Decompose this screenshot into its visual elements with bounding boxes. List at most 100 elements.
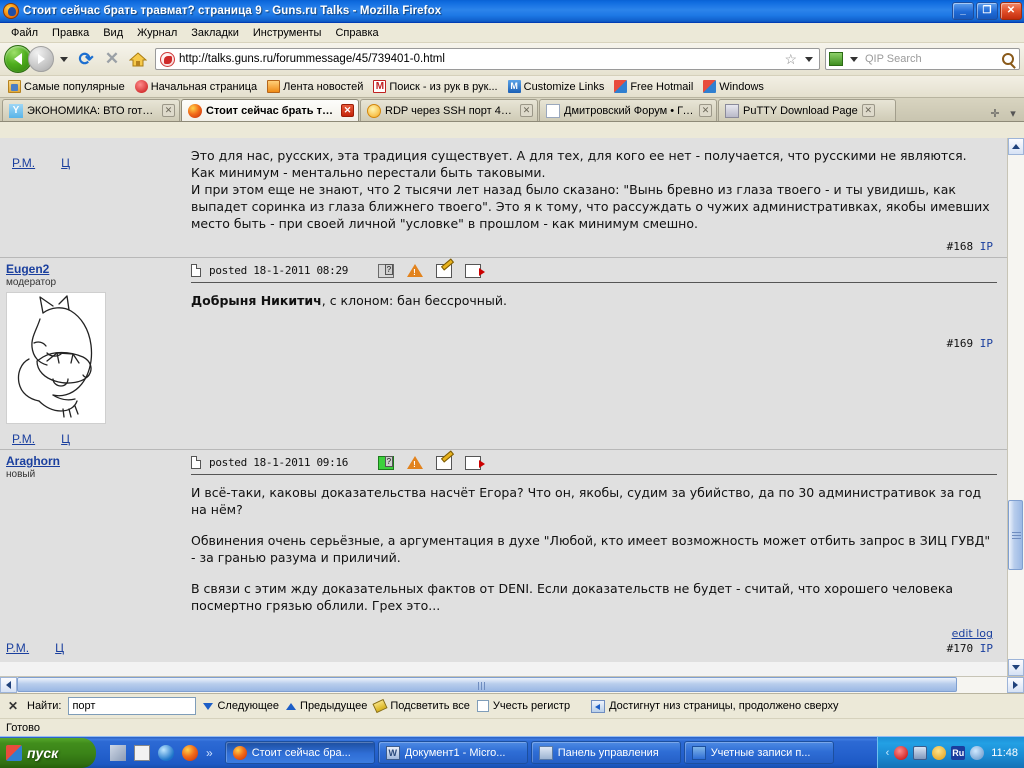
ip-link[interactable]: IP xyxy=(980,337,993,350)
match-case-checkbox[interactable]: Учесть регистр xyxy=(476,700,570,712)
edit-icon[interactable] xyxy=(436,263,453,278)
maximize-button[interactable]: ❐ xyxy=(976,2,998,20)
menu-view[interactable]: Вид xyxy=(96,25,130,41)
bookmark-free-hotmail[interactable]: Free Hotmail xyxy=(610,79,697,94)
search-bar[interactable]: QIP Search xyxy=(825,48,1020,70)
menu-help[interactable]: Справка xyxy=(328,25,385,41)
tab-close-icon[interactable]: ✕ xyxy=(861,104,875,117)
find-previous-button[interactable]: Предыдущее xyxy=(286,700,367,712)
forward-button[interactable] xyxy=(28,46,54,72)
calculator-icon[interactable] xyxy=(134,744,150,761)
url-bar[interactable]: http://talks.guns.ru/forummessage/45/739… xyxy=(155,48,820,70)
menu-bookmarks[interactable]: Закладки xyxy=(184,25,246,41)
network-icon[interactable] xyxy=(913,745,928,760)
menu-file[interactable]: Файл xyxy=(4,25,45,41)
ip-link[interactable]: IP xyxy=(980,240,993,253)
tab-close-icon[interactable]: ✕ xyxy=(162,104,175,117)
quote-link[interactable]: Ц xyxy=(61,432,70,446)
find-input[interactable]: порт xyxy=(68,697,197,715)
menu-edit[interactable]: Правка xyxy=(45,25,96,41)
minimize-button[interactable]: _ xyxy=(952,2,974,20)
shield-icon[interactable] xyxy=(932,745,947,760)
tab-close-icon[interactable]: ✕ xyxy=(520,104,533,117)
quote-icon[interactable] xyxy=(465,263,486,278)
qip-engine-icon[interactable] xyxy=(829,52,843,66)
menu-tools[interactable]: Инструменты xyxy=(246,25,329,41)
url-dropdown-icon[interactable] xyxy=(805,56,813,62)
search-icon[interactable] xyxy=(1002,53,1014,65)
tab-stoit-seychas[interactable]: Стоит сейчас брать тр... ✕ xyxy=(181,99,359,121)
history-dropdown-icon[interactable] xyxy=(60,56,68,62)
menu-history[interactable]: Журнал xyxy=(130,25,184,41)
edit-icon[interactable] xyxy=(436,455,453,470)
firefox-icon xyxy=(3,3,19,19)
highlight-all-button[interactable]: Подсветить все xyxy=(372,698,470,714)
bookmark-star-icon[interactable]: ☆ xyxy=(784,51,797,68)
horizontal-scrollbar[interactable] xyxy=(0,676,1024,693)
taskbar-item-firefox[interactable]: Стоит сейчас бра... xyxy=(224,741,375,764)
quote-link[interactable]: Ц xyxy=(55,641,64,655)
search-input[interactable]: QIP Search xyxy=(865,53,999,65)
tab-list-button[interactable]: ▾ xyxy=(1005,105,1021,121)
taskbar-item-control-panel[interactable]: Панель управления xyxy=(530,741,681,764)
vertical-scroll-track[interactable] xyxy=(1008,155,1024,659)
report-icon[interactable] xyxy=(407,456,424,469)
quote-link[interactable]: Ц xyxy=(61,156,70,170)
bookmark-search-izruk[interactable]: M Поиск - из рук в рук... xyxy=(369,79,501,94)
tray-expand-button[interactable]: ‹ xyxy=(886,747,890,759)
clock[interactable]: 11:48 xyxy=(991,747,1018,759)
profile-card-icon[interactable] xyxy=(378,455,395,470)
ip-link[interactable]: IP xyxy=(980,642,993,655)
scroll-down-button[interactable] xyxy=(1008,659,1024,676)
report-icon[interactable] xyxy=(407,264,424,277)
firefox-icon[interactable] xyxy=(182,744,198,761)
tab-close-icon[interactable]: ✕ xyxy=(699,104,712,117)
home-button[interactable] xyxy=(126,47,150,71)
find-next-button[interactable]: Следующее xyxy=(203,700,279,712)
checkbox-icon[interactable] xyxy=(476,700,489,712)
misc-icon[interactable] xyxy=(970,745,985,760)
vertical-scrollbar[interactable] xyxy=(1007,138,1024,676)
taskbar-item-word[interactable]: W Документ1 - Micro... xyxy=(377,741,528,764)
close-button[interactable]: ✕ xyxy=(1000,2,1022,20)
author-name-eugen2[interactable]: Eugen2 xyxy=(6,262,185,276)
title-bar: Стоит сейчас брать травмат? страница 9 -… xyxy=(0,0,1024,23)
firefox-icon xyxy=(188,103,202,118)
tab-ekonomika[interactable]: Y ЭКОНОМИКА: ВТО готова... ✕ xyxy=(2,99,180,121)
bookmark-most-popular[interactable]: Самые популярные xyxy=(4,79,129,94)
author-name-araghorn[interactable]: Araghorn xyxy=(6,454,185,468)
find-close-button[interactable]: ✕ xyxy=(6,699,20,713)
vertical-scroll-thumb[interactable] xyxy=(1008,500,1023,570)
bookmark-customize-links[interactable]: M Customize Links xyxy=(504,79,609,94)
tab-dmitrovsky-forum[interactable]: Дмитровский Форум • Гла... ✕ xyxy=(539,99,717,121)
scroll-right-button[interactable] xyxy=(1007,677,1024,693)
url-text[interactable]: http://talks.guns.ru/forummessage/45/739… xyxy=(179,53,780,65)
new-tab-button[interactable]: ✛ xyxy=(987,105,1003,121)
tab-rdp-ssh[interactable]: RDP через SSH порт 443 »... ✕ xyxy=(360,99,538,121)
pm-link[interactable]: P.M. xyxy=(12,156,35,170)
pm-link[interactable]: P.M. xyxy=(6,641,29,655)
tab-putty-download[interactable]: PuTTY Download Page ✕ xyxy=(718,99,896,121)
pm-link[interactable]: P.M. xyxy=(12,432,35,446)
profile-card-icon[interactable] xyxy=(378,263,395,278)
tab-close-icon[interactable]: ✕ xyxy=(341,104,354,117)
reload-button[interactable]: ⟳ xyxy=(74,47,98,71)
start-button[interactable]: пуск xyxy=(0,737,96,768)
horizontal-scroll-track[interactable] xyxy=(17,677,1007,693)
edit-log-link[interactable]: edit log xyxy=(952,627,993,640)
language-indicator[interactable]: Ru xyxy=(951,745,966,760)
horizontal-scroll-thumb[interactable] xyxy=(17,677,957,692)
scroll-left-button[interactable] xyxy=(0,677,17,693)
stop-button[interactable]: ✕ xyxy=(100,47,124,71)
internet-explorer-icon[interactable] xyxy=(158,744,174,761)
search-engine-dropdown-icon[interactable] xyxy=(850,56,858,62)
bookmark-home-page[interactable]: Начальная страница xyxy=(131,79,261,94)
bookmark-news-feed[interactable]: Лента новостей xyxy=(263,79,367,94)
quick-launch-more-button[interactable]: » xyxy=(206,746,213,760)
quote-icon[interactable] xyxy=(465,455,486,470)
opera-icon[interactable] xyxy=(894,745,909,760)
scroll-up-button[interactable] xyxy=(1008,138,1024,155)
taskbar-item-user-accounts[interactable]: Учетные записи п... xyxy=(683,741,834,764)
bookmark-windows[interactable]: Windows xyxy=(699,79,768,94)
show-desktop-icon[interactable] xyxy=(110,744,126,761)
